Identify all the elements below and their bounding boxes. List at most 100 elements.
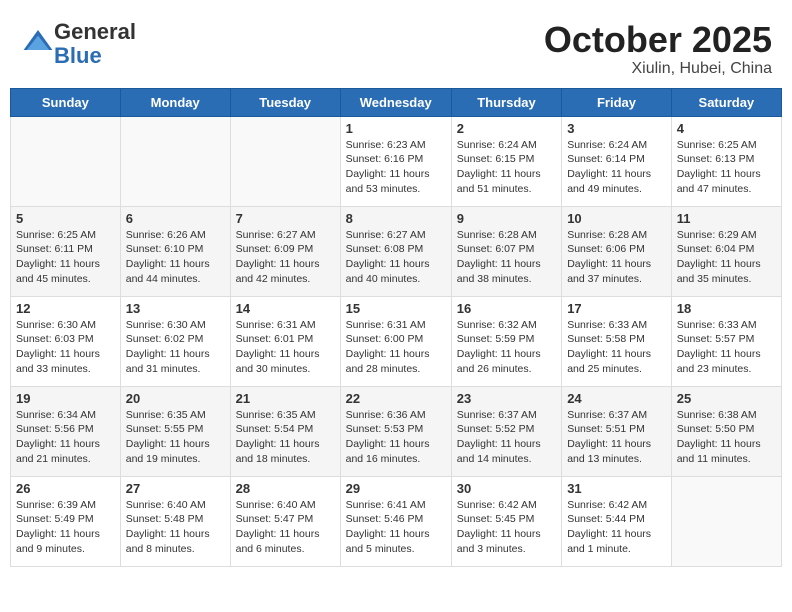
calendar-cell: 5 Sunrise: 6:25 AMSunset: 6:11 PMDaylight… xyxy=(11,206,121,296)
day-info: Sunrise: 6:37 AMSunset: 5:51 PMDaylight:… xyxy=(567,408,666,467)
calendar-cell: 24Sunrise: 6:37 AMSunset: 5:51 PMDayligh… xyxy=(562,386,672,476)
day-info: Sunrise: 6:35 AMSunset: 5:54 PMDaylight:… xyxy=(236,408,335,467)
calendar-cell: 1 Sunrise: 6:23 AMSunset: 6:16 PMDaylight… xyxy=(340,116,451,206)
day-number: 18 xyxy=(677,301,776,316)
calendar-cell: 13Sunrise: 6:30 AMSunset: 6:02 PMDayligh… xyxy=(120,296,230,386)
day-number: 11 xyxy=(677,211,776,226)
calendar-cell: 26 Sunrise: 6:39 AMSunset: 5:49 PMDayligh… xyxy=(11,476,121,566)
calendar-cell: 19Sunrise: 6:34 AMSunset: 5:56 PMDayligh… xyxy=(11,386,121,476)
page-header: General Blue October 2025 Xiulin, Hubei,… xyxy=(10,10,782,83)
calendar-week-1: 1 Sunrise: 6:23 AMSunset: 6:16 PMDaylight… xyxy=(11,116,782,206)
calendar-cell xyxy=(230,116,340,206)
day-info: Sunrise: 6:25 AMSunset: 6:11 PMDaylight:… xyxy=(16,228,115,287)
day-number: 9 xyxy=(457,211,556,226)
day-info: Sunrise: 6:41 AMSunset: 5:46 PMDaylight:… xyxy=(346,498,446,557)
day-number: 25 xyxy=(677,391,776,406)
weekday-header-tuesday: Tuesday xyxy=(230,88,340,116)
calendar-cell: 30 Sunrise: 6:42 AMSunset: 5:45 PMDayligh… xyxy=(451,476,561,566)
calendar-week-2: 5 Sunrise: 6:25 AMSunset: 6:11 PMDaylight… xyxy=(11,206,782,296)
day-number: 5 xyxy=(16,211,115,226)
day-info: Sunrise: 6:23 AMSunset: 6:16 PMDaylight:… xyxy=(346,138,446,197)
calendar-week-4: 19Sunrise: 6:34 AMSunset: 5:56 PMDayligh… xyxy=(11,386,782,476)
calendar-cell: 28 Sunrise: 6:40 AMSunset: 5:47 PMDayligh… xyxy=(230,476,340,566)
day-number: 28 xyxy=(236,481,335,496)
day-number: 7 xyxy=(236,211,335,226)
day-info: Sunrise: 6:40 AMSunset: 5:48 PMDaylight:… xyxy=(126,498,225,557)
day-info: Sunrise: 6:33 AMSunset: 5:57 PMDaylight:… xyxy=(677,318,776,377)
calendar-cell: 4 Sunrise: 6:25 AMSunset: 6:13 PMDaylight… xyxy=(671,116,781,206)
weekday-header-wednesday: Wednesday xyxy=(340,88,451,116)
day-info: Sunrise: 6:33 AMSunset: 5:58 PMDaylight:… xyxy=(567,318,666,377)
calendar-cell: 23 Sunrise: 6:37 AMSunset: 5:52 PMDayligh… xyxy=(451,386,561,476)
day-number: 17 xyxy=(567,301,666,316)
day-info: Sunrise: 6:30 AMSunset: 6:03 PMDaylight:… xyxy=(16,318,115,377)
weekday-header-sunday: Sunday xyxy=(11,88,121,116)
day-info: Sunrise: 6:26 AMSunset: 6:10 PMDaylight:… xyxy=(126,228,225,287)
calendar-cell: 7 Sunrise: 6:27 AMSunset: 6:09 PMDaylight… xyxy=(230,206,340,296)
weekday-header-thursday: Thursday xyxy=(451,88,561,116)
day-info: Sunrise: 6:25 AMSunset: 6:13 PMDaylight:… xyxy=(677,138,776,197)
day-info: Sunrise: 6:42 AMSunset: 5:45 PMDaylight:… xyxy=(457,498,556,557)
day-number: 23 xyxy=(457,391,556,406)
day-info: Sunrise: 6:40 AMSunset: 5:47 PMDaylight:… xyxy=(236,498,335,557)
weekday-header-saturday: Saturday xyxy=(671,88,781,116)
calendar-body: 1 Sunrise: 6:23 AMSunset: 6:16 PMDaylight… xyxy=(11,116,782,566)
day-number: 2 xyxy=(457,121,556,136)
calendar-cell: 6 Sunrise: 6:26 AMSunset: 6:10 PMDaylight… xyxy=(120,206,230,296)
calendar-cell: 15 Sunrise: 6:31 AMSunset: 6:00 PMDayligh… xyxy=(340,296,451,386)
calendar-cell: 16Sunrise: 6:32 AMSunset: 5:59 PMDayligh… xyxy=(451,296,561,386)
calendar-cell: 2Sunrise: 6:24 AMSunset: 6:15 PMDaylight… xyxy=(451,116,561,206)
calendar-cell: 3 Sunrise: 6:24 AMSunset: 6:14 PMDaylight… xyxy=(562,116,672,206)
day-number: 27 xyxy=(126,481,225,496)
day-number: 16 xyxy=(457,301,556,316)
logo: General Blue xyxy=(20,20,136,68)
day-number: 4 xyxy=(677,121,776,136)
day-number: 26 xyxy=(16,481,115,496)
logo-icon xyxy=(22,26,54,58)
weekday-header-friday: Friday xyxy=(562,88,672,116)
calendar-cell: 8 Sunrise: 6:27 AMSunset: 6:08 PMDaylight… xyxy=(340,206,451,296)
calendar-cell: 17 Sunrise: 6:33 AMSunset: 5:58 PMDayligh… xyxy=(562,296,672,386)
calendar-week-3: 12Sunrise: 6:30 AMSunset: 6:03 PMDayligh… xyxy=(11,296,782,386)
calendar-subtitle: Xiulin, Hubei, China xyxy=(544,60,772,78)
calendar-cell: 14Sunrise: 6:31 AMSunset: 6:01 PMDayligh… xyxy=(230,296,340,386)
calendar-cell: 31Sunrise: 6:42 AMSunset: 5:44 PMDayligh… xyxy=(562,476,672,566)
day-number: 20 xyxy=(126,391,225,406)
day-number: 1 xyxy=(346,121,446,136)
day-info: Sunrise: 6:27 AMSunset: 6:09 PMDaylight:… xyxy=(236,228,335,287)
day-number: 14 xyxy=(236,301,335,316)
day-number: 30 xyxy=(457,481,556,496)
day-info: Sunrise: 6:30 AMSunset: 6:02 PMDaylight:… xyxy=(126,318,225,377)
day-info: Sunrise: 6:39 AMSunset: 5:49 PMDaylight:… xyxy=(16,498,115,557)
calendar-cell xyxy=(671,476,781,566)
logo-blue-text: Blue xyxy=(54,43,102,68)
title-block: October 2025 Xiulin, Hubei, China xyxy=(544,20,772,78)
day-info: Sunrise: 6:35 AMSunset: 5:55 PMDaylight:… xyxy=(126,408,225,467)
day-number: 31 xyxy=(567,481,666,496)
calendar-header: SundayMondayTuesdayWednesdayThursdayFrid… xyxy=(11,88,782,116)
day-number: 3 xyxy=(567,121,666,136)
day-number: 6 xyxy=(126,211,225,226)
calendar-cell: 25 Sunrise: 6:38 AMSunset: 5:50 PMDayligh… xyxy=(671,386,781,476)
calendar-week-5: 26 Sunrise: 6:39 AMSunset: 5:49 PMDayligh… xyxy=(11,476,782,566)
calendar-cell: 20 Sunrise: 6:35 AMSunset: 5:55 PMDayligh… xyxy=(120,386,230,476)
calendar-title: October 2025 xyxy=(544,20,772,60)
day-info: Sunrise: 6:29 AMSunset: 6:04 PMDaylight:… xyxy=(677,228,776,287)
day-number: 8 xyxy=(346,211,446,226)
day-number: 15 xyxy=(346,301,446,316)
calendar-cell: 29Sunrise: 6:41 AMSunset: 5:46 PMDayligh… xyxy=(340,476,451,566)
day-number: 21 xyxy=(236,391,335,406)
calendar-cell: 22Sunrise: 6:36 AMSunset: 5:53 PMDayligh… xyxy=(340,386,451,476)
day-number: 10 xyxy=(567,211,666,226)
day-info: Sunrise: 6:24 AMSunset: 6:14 PMDaylight:… xyxy=(567,138,666,197)
calendar-cell: 11 Sunrise: 6:29 AMSunset: 6:04 PMDayligh… xyxy=(671,206,781,296)
calendar-cell xyxy=(11,116,121,206)
calendar-cell: 10Sunrise: 6:28 AMSunset: 6:06 PMDayligh… xyxy=(562,206,672,296)
calendar-cell: 18 Sunrise: 6:33 AMSunset: 5:57 PMDayligh… xyxy=(671,296,781,386)
day-info: Sunrise: 6:37 AMSunset: 5:52 PMDaylight:… xyxy=(457,408,556,467)
day-info: Sunrise: 6:38 AMSunset: 5:50 PMDaylight:… xyxy=(677,408,776,467)
day-info: Sunrise: 6:27 AMSunset: 6:08 PMDaylight:… xyxy=(346,228,446,287)
day-info: Sunrise: 6:31 AMSunset: 6:00 PMDaylight:… xyxy=(346,318,446,377)
weekday-header-row: SundayMondayTuesdayWednesdayThursdayFrid… xyxy=(11,88,782,116)
day-info: Sunrise: 6:28 AMSunset: 6:07 PMDaylight:… xyxy=(457,228,556,287)
